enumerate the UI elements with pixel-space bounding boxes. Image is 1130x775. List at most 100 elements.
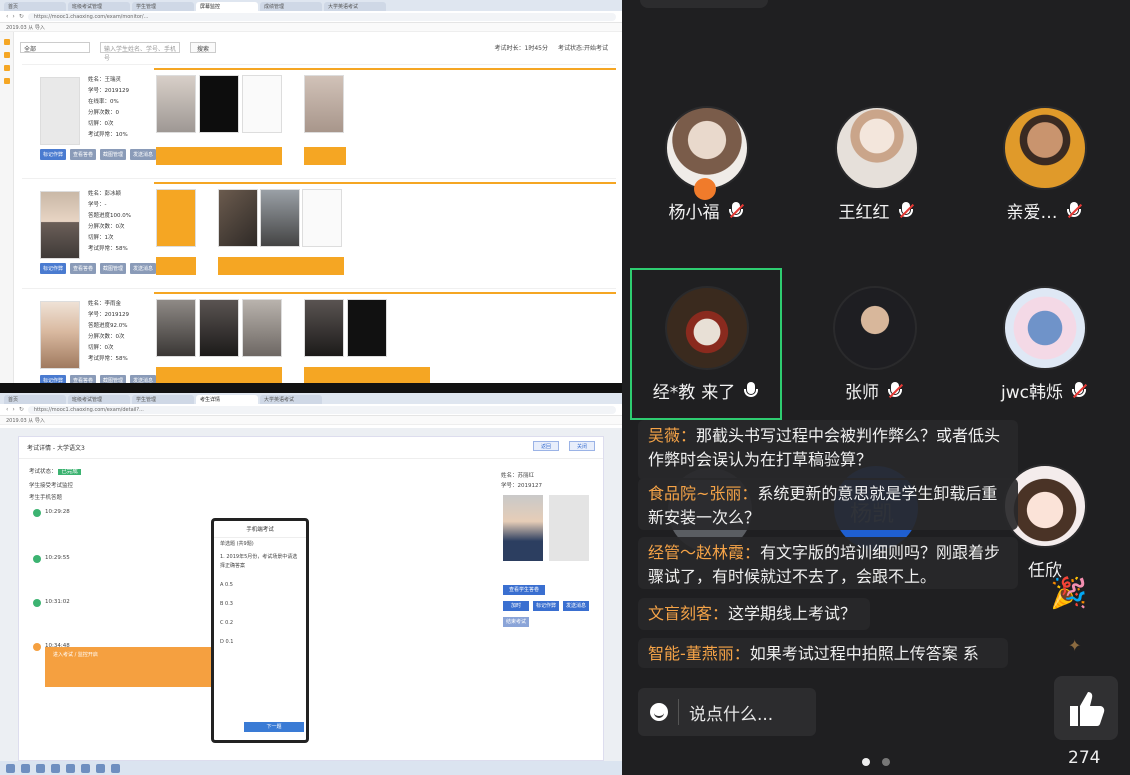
browser-tab[interactable]: 大学英语考试 [324, 2, 386, 11]
page-dot[interactable] [882, 758, 890, 766]
chat-message: 食品院~张丽：系统更新的意思就是学生卸载后重新安装一次么？ [638, 478, 1018, 530]
screenshot-button[interactable]: 截图管理 [100, 375, 127, 383]
screenshot-thumb[interactable] [242, 75, 282, 133]
back-button[interactable]: 返回 [533, 441, 559, 451]
party-popper-icon: 🎉 [1050, 576, 1088, 611]
browser-tab[interactable]: 班级考试管理 [68, 395, 130, 404]
timeline-dot [33, 555, 41, 563]
member-name: 杨小福 [668, 203, 720, 223]
timeline-dot [33, 599, 41, 607]
start-icon[interactable] [6, 763, 15, 773]
note-text: 学生接受考试监控 [29, 483, 74, 489]
tool-icon[interactable] [3, 65, 10, 71]
student-card: 姓名：彭冰颖 学号：- 答题进度100.0% 分屏次数：0次 切屏：1次 考试异… [22, 178, 616, 282]
view-paper-button[interactable]: 查看学生答卷 [503, 585, 545, 595]
close-button[interactable]: 关闭 [569, 441, 595, 451]
end-exam-button[interactable]: 结束考试 [503, 617, 529, 627]
mark-cheat-button[interactable]: 标记作弊 [40, 375, 67, 383]
forward-icon[interactable]: › [12, 406, 14, 413]
browser-tab-active[interactable]: 考生详情 [196, 395, 258, 404]
message-button[interactable]: 发送消息 [130, 149, 157, 160]
forward-icon[interactable]: › [12, 13, 14, 20]
message-button[interactable]: 发送消息 [130, 263, 157, 274]
screenshot-thumb[interactable] [218, 189, 258, 247]
screenshot-thumb[interactable] [347, 299, 387, 357]
screenshot-thumb[interactable] [199, 299, 239, 357]
browser-tab[interactable]: 学生管理 [132, 2, 194, 11]
app-icon[interactable] [66, 763, 75, 773]
option-a[interactable]: A 0.5 [214, 579, 306, 592]
member-name: 张师 [845, 383, 879, 403]
tool-icon[interactable] [3, 39, 10, 45]
bookmark-bar[interactable]: 2019.03 从 导入 [0, 416, 622, 425]
screenshot-button[interactable]: 截图管理 [100, 263, 127, 274]
student-name: 姓名：李雨金 [88, 301, 122, 307]
student-name: 姓名：苏丽红 [501, 473, 535, 479]
member-tile[interactable]: 张师 [790, 286, 960, 403]
view-answer-button[interactable]: 查看答卷 [70, 263, 97, 274]
mark-cheat-button[interactable]: 标记作弊 [40, 263, 67, 274]
view-answer-button[interactable]: 查看答卷 [70, 149, 97, 160]
bookmark-bar[interactable]: 2019.03 从 导入 [0, 23, 622, 32]
browser-tab-active[interactable]: 屏幕监控 [196, 2, 258, 11]
chat-input[interactable]: 说点什么... [638, 688, 816, 736]
member-tile-active[interactable]: 经*教 来了 [622, 286, 792, 403]
browser-tab[interactable]: 成绩管理 [260, 2, 322, 11]
avatar [665, 286, 749, 370]
app-icon[interactable] [81, 763, 90, 773]
student-stat: 答题进度100.0% [88, 213, 131, 219]
screenshot-thumb[interactable] [304, 75, 344, 133]
avatar [833, 286, 917, 370]
browser-tab[interactable]: 大学英语考试 [260, 395, 322, 404]
browser-tab[interactable]: 首页 [4, 395, 66, 404]
mark-cheat-button[interactable]: 标记作弊 [40, 149, 67, 160]
back-icon[interactable]: ‹ [6, 13, 8, 20]
member-tile[interactable]: 亲爱… [960, 106, 1130, 223]
live-room-panel: 杨小福 王红红 亲爱… 经*教来了 张师 jwc韩烁 杨凯 [622, 0, 1130, 775]
event-note: 进入考试 / 监控开启 [45, 647, 223, 687]
mark-cheat-button[interactable]: 标记作弊 [533, 601, 559, 611]
screenshot-thumb[interactable] [260, 189, 300, 247]
screenshot-thumb[interactable] [242, 299, 282, 357]
option-b[interactable]: B 0.3 [214, 598, 306, 611]
member-tile[interactable]: 王红红 [792, 106, 962, 223]
like-button[interactable] [1054, 676, 1118, 740]
option-d[interactable]: D 0.1 [214, 636, 306, 649]
screenshot-thumb[interactable] [199, 75, 239, 133]
url-input[interactable]: https://mooc1.chaoxing.com/exam/monitor/… [27, 12, 616, 21]
filter-select[interactable]: 全部 [20, 41, 90, 53]
reload-icon[interactable]: ↻ [19, 13, 24, 20]
tool-icon[interactable] [3, 78, 10, 84]
browser-tab[interactable]: 班级考试管理 [68, 2, 130, 11]
emoji-icon[interactable] [650, 703, 668, 721]
screenshot-thumb[interactable] [304, 299, 344, 357]
app-icon[interactable] [96, 763, 105, 773]
browser-tab[interactable]: 学生管理 [132, 395, 194, 404]
app-icon[interactable] [111, 763, 120, 773]
screenshot-thumb[interactable] [156, 189, 196, 247]
tool-icon[interactable] [3, 52, 10, 58]
option-c[interactable]: C 0.2 [214, 617, 306, 630]
url-input[interactable]: https://mooc1.chaoxing.com/exam/detail?.… [27, 405, 616, 414]
member-tile[interactable]: 杨小福 [622, 106, 792, 223]
browser-tab[interactable]: 首页 [4, 2, 66, 11]
view-answer-button[interactable]: 查看答卷 [70, 375, 97, 383]
member-tile[interactable]: jwc韩烁 [960, 286, 1130, 403]
page-dot-active[interactable] [862, 758, 870, 766]
back-icon[interactable]: ‹ [6, 406, 8, 413]
next-question-button[interactable]: 下一题 [244, 722, 304, 732]
app-icon[interactable] [36, 763, 45, 773]
send-message-button[interactable]: 发送消息 [563, 601, 589, 611]
screenshot-thumb[interactable] [156, 299, 196, 357]
screenshot-button[interactable]: 截图管理 [100, 149, 127, 160]
app-icon[interactable] [21, 763, 30, 773]
search-button[interactable]: 搜索 [190, 41, 217, 53]
message-button[interactable]: 发送消息 [130, 375, 157, 383]
app-icon[interactable] [51, 763, 60, 773]
event-bar [218, 257, 344, 275]
extend-time-button[interactable]: 加时 [503, 601, 529, 611]
search-input[interactable]: 输入学生姓名、学号、手机号 [100, 41, 180, 62]
screenshot-thumb[interactable] [302, 189, 342, 247]
reload-icon[interactable]: ↻ [19, 406, 24, 413]
screenshot-thumb[interactable] [156, 75, 196, 133]
